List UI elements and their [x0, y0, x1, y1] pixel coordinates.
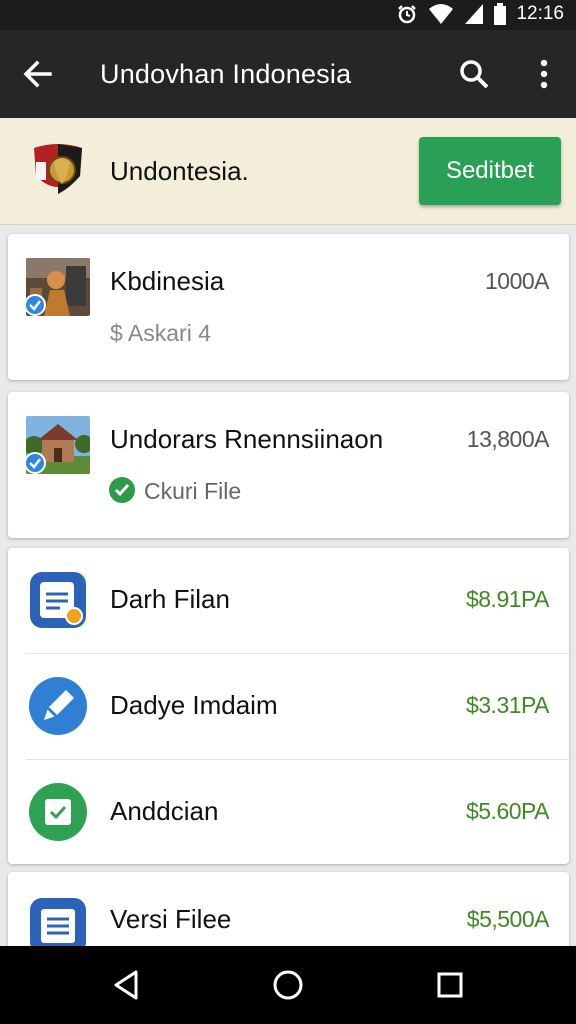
- item-name: Darh Filan: [110, 584, 230, 614]
- item-amount: $5,500A: [466, 906, 550, 932]
- item-amount: $3.31PA: [465, 692, 550, 718]
- battery-icon: [494, 3, 507, 25]
- card-title: Kbdinesia: [110, 266, 225, 296]
- verified-badge-icon: [24, 452, 46, 474]
- list-item[interactable]: Darh Filan $8.91PA: [8, 548, 569, 654]
- submit-button[interactable]: Seditbet: [419, 137, 561, 205]
- item-name: Dadye Imdaim: [110, 690, 278, 720]
- app-bar: Undovhan Indonesia: [0, 30, 576, 118]
- more-vert-icon[interactable]: [530, 56, 558, 92]
- file-list: Darh Filan $8.91PA Dadye Imdaim $3.31PA …: [8, 548, 569, 864]
- wifi-icon: [429, 4, 454, 24]
- item-amount: $8.91PA: [465, 586, 550, 612]
- system-nav-bar: [0, 946, 576, 1024]
- edit-icon: [29, 677, 87, 735]
- item-amount: $5.60PA: [465, 798, 550, 824]
- card-subtitle: $ Askari 4: [110, 320, 211, 346]
- item-name: Anddcian: [110, 796, 219, 826]
- card-amount: 1000A: [484, 268, 550, 294]
- card-amount: 13,800A: [466, 426, 550, 452]
- status-time: 12:16: [516, 3, 564, 24]
- nav-back-icon[interactable]: [112, 968, 142, 1002]
- alarm-icon: [398, 5, 417, 24]
- search-icon[interactable]: [456, 56, 492, 92]
- list-card[interactable]: Undorars Rnennsiinaon 13,800A Ckuri File: [8, 392, 569, 538]
- item-name: Versi Filee: [110, 904, 232, 934]
- nav-recents-icon[interactable]: [435, 968, 465, 1002]
- banner-title: Undontesia.: [110, 156, 249, 186]
- task-check-icon: [29, 783, 87, 841]
- status-bar: 12:16: [0, 0, 576, 30]
- check-circle-icon: [109, 477, 135, 503]
- status-icons: 12:16: [396, 3, 564, 25]
- emblem-logo-icon: [34, 144, 82, 194]
- list-item[interactable]: Anddcian $5.60PA: [8, 760, 569, 866]
- list-card[interactable]: Kbdinesia 1000A $ Askari 4: [8, 234, 569, 380]
- signal-icon: [465, 4, 484, 24]
- card-title: Undorars Rnennsiinaon: [110, 424, 384, 454]
- card-subtitle: Ckuri File: [144, 478, 242, 504]
- page-title: Undovhan Indonesia: [100, 59, 352, 89]
- arrow-left-icon[interactable]: [20, 56, 56, 92]
- verified-badge-icon: [24, 294, 46, 316]
- nav-home-icon[interactable]: [271, 968, 305, 1002]
- list-item[interactable]: Dadye Imdaim $3.31PA: [8, 654, 569, 760]
- document-icon: [30, 572, 86, 628]
